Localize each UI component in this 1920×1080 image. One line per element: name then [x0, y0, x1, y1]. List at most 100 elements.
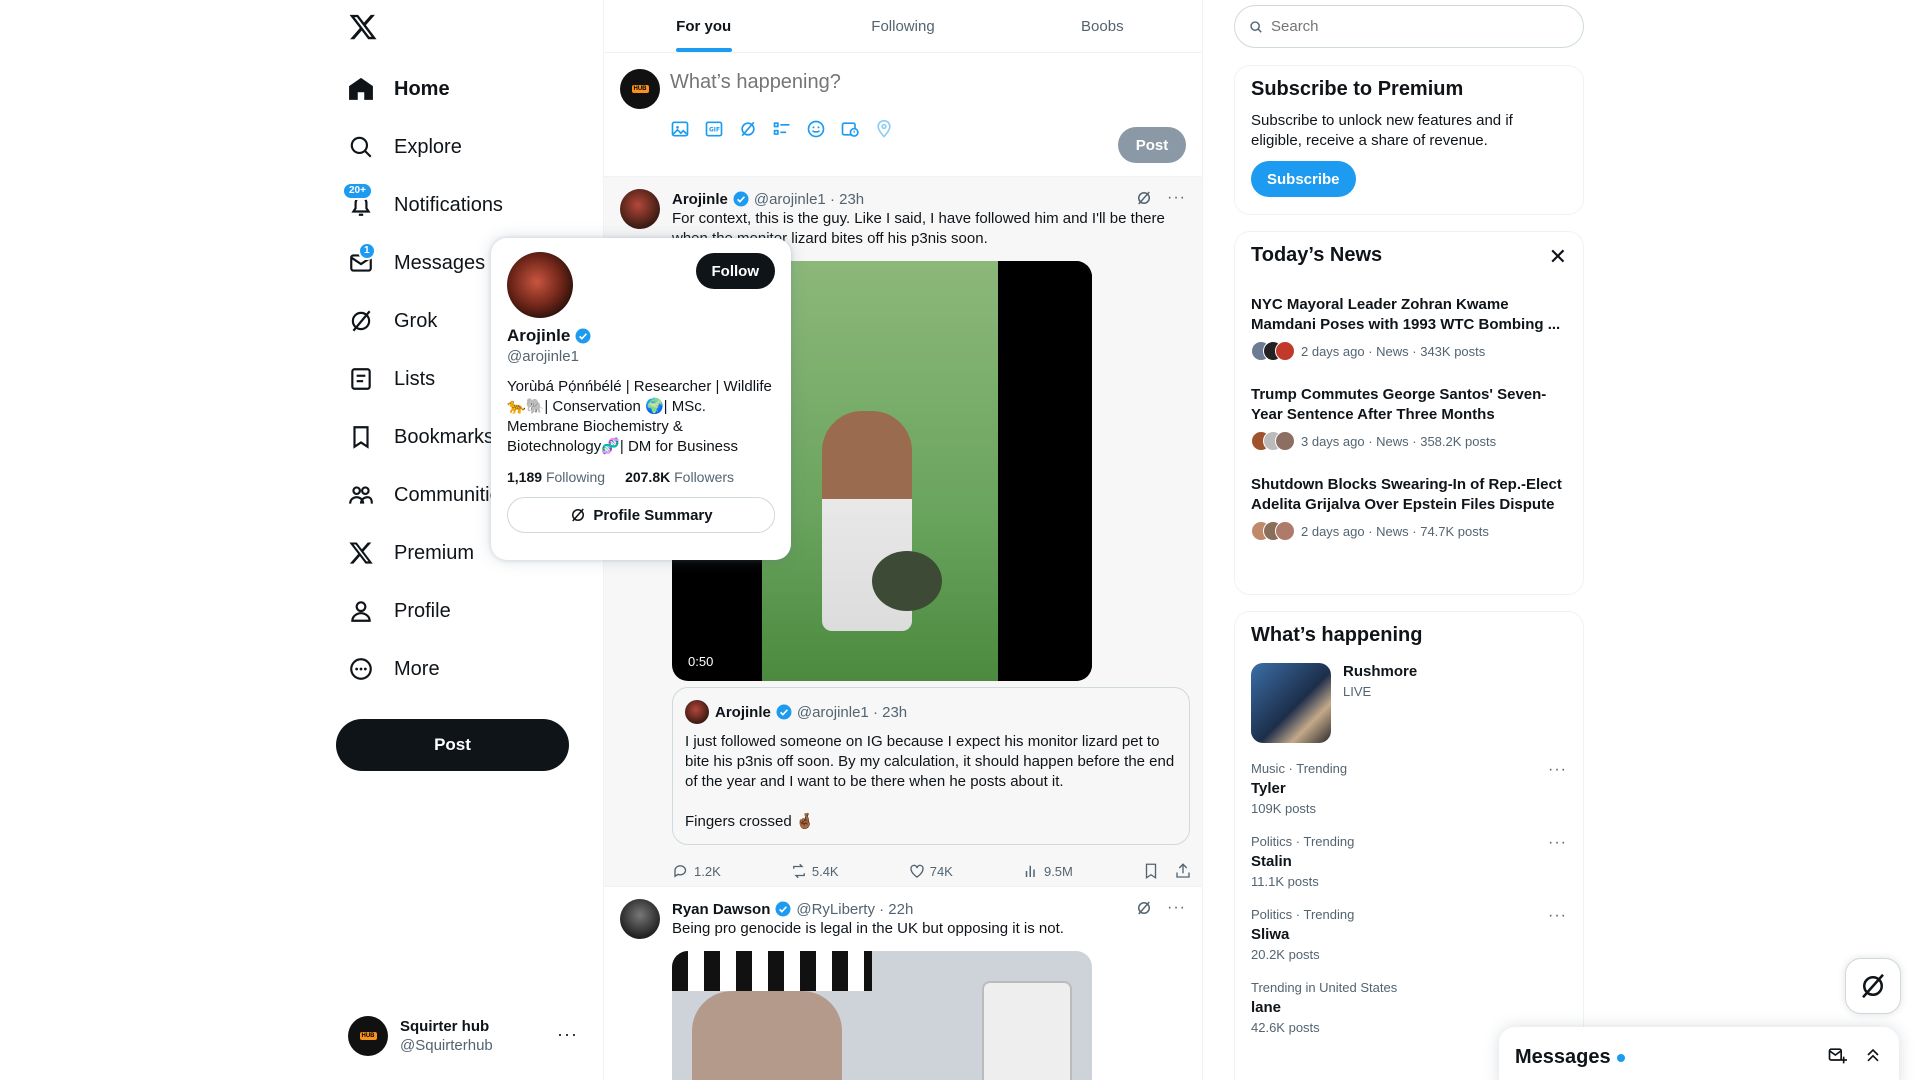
more-icon[interactable]: ···	[1548, 761, 1567, 779]
quoted-author-handle: @arojinle1	[796, 703, 869, 721]
notifications-badge: 20+	[342, 182, 373, 200]
chevron-up-icon[interactable]	[1863, 1045, 1883, 1065]
nav-premium[interactable]: Premium	[336, 524, 511, 582]
more-icon[interactable]: ···	[1548, 907, 1567, 925]
grok-icon[interactable]	[1135, 899, 1153, 917]
avatar[interactable]	[620, 189, 660, 229]
grok-icon	[351, 310, 371, 332]
post-button[interactable]: Post	[336, 719, 569, 771]
more-icon[interactable]: ···	[557, 1024, 578, 1045]
nav-grok[interactable]: Grok	[336, 292, 511, 350]
image-icon[interactable]	[670, 119, 690, 139]
schedule-icon[interactable]	[840, 119, 860, 139]
premium-card: Subscribe to Premium Subscribe to unlock…	[1234, 65, 1584, 215]
composer-post-button[interactable]: Post	[1118, 127, 1186, 163]
tweet-image[interactable]	[672, 951, 1092, 1080]
share-icon[interactable]	[1174, 862, 1192, 880]
nav-messages[interactable]: 1 Messages	[336, 234, 511, 292]
close-icon[interactable]: ✕	[1549, 246, 1567, 268]
tweet[interactable]: Ryan Dawson @RyLiberty · 22h ··· Being p…	[604, 887, 1202, 1080]
composer: HUB GIF Post	[604, 53, 1202, 177]
bookmark-icon[interactable]	[1142, 862, 1160, 880]
live-status: LIVE	[1343, 684, 1372, 699]
nav-more[interactable]: More	[336, 640, 511, 698]
hovercard-name[interactable]: Arojinle	[507, 326, 570, 346]
nav-messages-label: Messages	[394, 251, 486, 274]
messages-drawer[interactable]: Messages	[1499, 1027, 1899, 1080]
verified-badge-icon	[575, 328, 591, 344]
repost-button[interactable]: 5.4K	[790, 862, 839, 880]
profile-hovercard[interactable]: Follow Arojinle @arojinle1 Yorùbá Pọ́nńb…	[491, 238, 791, 560]
tweet-time[interactable]: · 22h	[879, 901, 913, 918]
profile-summary-button[interactable]: Profile Summary	[507, 497, 775, 533]
subscribe-button[interactable]: Subscribe	[1251, 161, 1356, 197]
emoji-icon[interactable]	[806, 119, 826, 139]
like-button[interactable]: 74K	[908, 862, 953, 880]
live-text: Rushmore LIVE	[1343, 663, 1417, 743]
x-logo-icon[interactable]	[348, 12, 378, 42]
avatar[interactable]	[507, 252, 573, 318]
nav-profile-label: Profile	[394, 599, 451, 622]
more-icon[interactable]: ···	[1167, 189, 1186, 207]
more-icon[interactable]: ···	[1167, 899, 1186, 917]
news-item-title: Shutdown Blocks Swearing-In of Rep.-Elec…	[1251, 476, 1562, 513]
views-button[interactable]: 9.5M	[1022, 862, 1073, 880]
hovercard-bio: Yorùbá Pọ́nńbélé | Researcher | Wildlife…	[507, 378, 772, 455]
poll-icon[interactable]	[772, 119, 792, 139]
account-switcher[interactable]: HUB Squirter hub @Squirterhub ···	[348, 1012, 590, 1060]
grok-icon[interactable]	[1135, 189, 1153, 207]
video-letterbox	[1002, 261, 1092, 681]
avatar[interactable]	[620, 899, 660, 939]
account-handle: @Squirterhub	[400, 1037, 493, 1054]
news-item-meta: 2 days ago · News · 74.7K posts	[1251, 521, 1567, 541]
tweet-author-name[interactable]: Arojinle	[672, 191, 728, 208]
tweet-author-handle[interactable]: @arojinle1	[754, 191, 826, 208]
tab-for-you[interactable]: For you	[604, 0, 803, 52]
tab-following[interactable]: Following	[803, 0, 1002, 52]
news-item-meta-text: 2 days ago · News · 343K posts	[1301, 343, 1486, 359]
grok-floating-button[interactable]	[1845, 958, 1901, 1014]
right-sidebar: Subscribe to Premium Subscribe to unlock…	[1234, 0, 1584, 1080]
search-box[interactable]	[1234, 5, 1584, 48]
hovercard-handle[interactable]: @arojinle1	[507, 348, 775, 365]
person-icon	[351, 601, 371, 622]
search-input[interactable]	[1271, 18, 1551, 35]
news-item[interactable]: Shutdown Blocks Swearing-In of Rep.-Elec…	[1251, 475, 1567, 541]
quoted-tweet[interactable]: Arojinle @arojinle1 · 23h I just followe…	[672, 687, 1190, 845]
location-icon[interactable]	[874, 119, 894, 139]
follow-button[interactable]: Follow	[695, 253, 775, 289]
list-icon	[351, 368, 371, 390]
nav-communities[interactable]: Communities	[336, 466, 511, 524]
grok-icon[interactable]	[738, 119, 758, 139]
views-icon	[1025, 865, 1035, 877]
news-item[interactable]: Trump Commutes George Santos' Seven-Year…	[1251, 385, 1567, 451]
tweet-author-handle[interactable]: @RyLiberty	[796, 901, 875, 918]
followers-label: Followers	[674, 469, 735, 485]
tab-boobs[interactable]: Boobs	[1003, 0, 1202, 52]
more-icon[interactable]: ···	[1548, 834, 1567, 852]
nav-explore[interactable]: Explore	[336, 118, 511, 176]
nav-more-label: More	[394, 657, 440, 680]
gif-icon[interactable]: GIF	[704, 119, 724, 139]
news-item-meta: 3 days ago · News · 358.2K posts	[1251, 431, 1567, 451]
messages-drawer-title: Messages	[1515, 1045, 1611, 1068]
composer-input[interactable]	[670, 71, 1170, 94]
nav-lists[interactable]: Lists	[336, 350, 511, 408]
nav-bookmarks-label: Bookmarks	[394, 425, 495, 448]
followers-link[interactable]: 207.8K Followers	[625, 469, 734, 485]
trend-item[interactable]: Politics · Trending Sliwa 20.2K posts ··…	[1251, 907, 1567, 962]
news-item[interactable]: NYC Mayoral Leader Zohran Kwame Mamdani …	[1251, 295, 1567, 361]
trend-item[interactable]: Politics · Trending Stalin 11.1K posts ·…	[1251, 834, 1567, 889]
nav-notifications[interactable]: 20+ Notifications	[336, 176, 511, 234]
search-icon	[350, 136, 372, 158]
nav-profile[interactable]: Profile	[336, 582, 511, 640]
tweet-time[interactable]: · 23h	[830, 191, 864, 208]
new-message-icon[interactable]	[1827, 1045, 1847, 1065]
nav-home[interactable]: Home	[336, 60, 511, 118]
nav-bookmarks[interactable]: Bookmarks	[336, 408, 511, 466]
following-link[interactable]: 1,189 Following	[507, 469, 605, 485]
reply-button[interactable]: 1.2K	[672, 862, 721, 880]
tweet-author-name[interactable]: Ryan Dawson	[672, 901, 770, 918]
live-event[interactable]: Rushmore LIVE	[1251, 663, 1567, 743]
trend-item[interactable]: Music · Trending Tyler 109K posts ···	[1251, 761, 1567, 816]
